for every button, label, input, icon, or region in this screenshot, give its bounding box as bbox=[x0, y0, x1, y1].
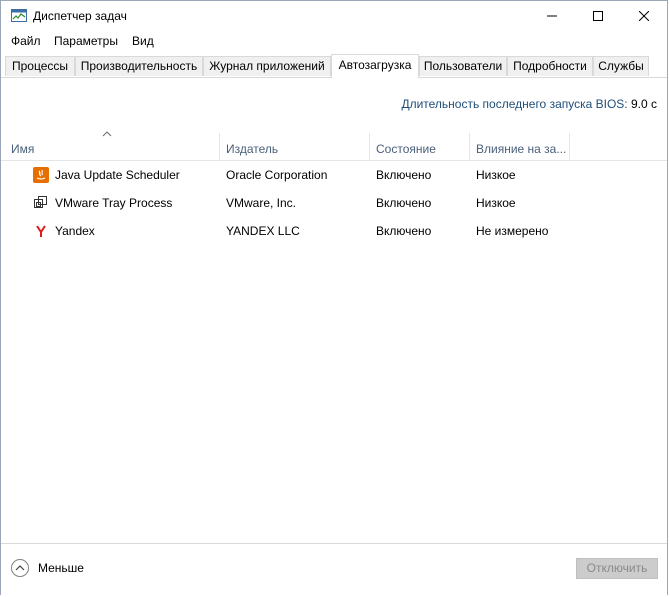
tab-processes[interactable]: Процессы bbox=[5, 56, 75, 76]
tab-services[interactable]: Службы bbox=[593, 56, 649, 76]
bios-time: Длительность последнего запуска BIOS: 9.… bbox=[401, 97, 657, 111]
tab-app-history[interactable]: Журнал приложений bbox=[203, 56, 331, 76]
row-name: Java Update Scheduler bbox=[55, 168, 180, 182]
column-header-name[interactable]: Имя bbox=[5, 133, 220, 160]
vmware-icon bbox=[33, 195, 49, 211]
task-manager-icon bbox=[11, 8, 27, 24]
menu-view[interactable]: Вид bbox=[132, 34, 154, 48]
table-row[interactable]: VMware Tray Process VMware, Inc. Включен… bbox=[1, 189, 667, 217]
tab-startup[interactable]: Автозагрузка bbox=[331, 54, 419, 78]
column-header-publisher[interactable]: Издатель bbox=[220, 133, 370, 160]
row-status: Включено bbox=[376, 196, 432, 210]
table-header: Имя Издатель Состояние Влияние на за... bbox=[1, 133, 667, 161]
minimize-icon bbox=[547, 15, 557, 17]
close-button[interactable] bbox=[621, 1, 667, 31]
tab-users[interactable]: Пользователи bbox=[419, 56, 507, 76]
row-impact: Низкое bbox=[476, 168, 516, 182]
maximize-icon bbox=[593, 11, 603, 21]
task-manager-window: Диспетчер задач Файл Параметры Вид Проце… bbox=[0, 0, 668, 596]
java-icon bbox=[33, 167, 49, 183]
table-row[interactable]: Yandex YANDEX LLC Включено Не измерено bbox=[1, 217, 667, 245]
row-status: Включено bbox=[376, 168, 432, 182]
menu-bar: Файл Параметры Вид bbox=[1, 31, 667, 51]
menu-options[interactable]: Параметры bbox=[54, 34, 118, 48]
chevron-up-icon bbox=[11, 559, 29, 577]
fewer-details-button[interactable]: Меньше bbox=[11, 558, 84, 578]
column-header-status[interactable]: Состояние bbox=[370, 133, 470, 160]
row-name: VMware Tray Process bbox=[55, 196, 173, 210]
footer: Меньше Отключить bbox=[1, 543, 667, 596]
yandex-icon bbox=[33, 223, 49, 239]
row-impact: Не измерено bbox=[476, 224, 549, 238]
tab-performance[interactable]: Производительность bbox=[75, 56, 203, 76]
row-publisher: YANDEX LLC bbox=[226, 224, 300, 238]
row-impact: Низкое bbox=[476, 196, 516, 210]
tab-bar: Процессы Производительность Журнал прило… bbox=[1, 54, 667, 78]
row-status: Включено bbox=[376, 224, 432, 238]
row-name: Yandex bbox=[55, 224, 95, 238]
maximize-button[interactable] bbox=[575, 1, 621, 31]
row-publisher: VMware, Inc. bbox=[226, 196, 297, 210]
disable-button[interactable]: Отключить bbox=[576, 558, 658, 579]
menu-file[interactable]: Файл bbox=[11, 34, 41, 48]
row-publisher: Oracle Corporation bbox=[226, 168, 328, 182]
window-title: Диспетчер задач bbox=[33, 9, 127, 23]
column-header-impact[interactable]: Влияние на за... bbox=[470, 133, 570, 160]
minimize-button[interactable] bbox=[529, 1, 575, 31]
table-row[interactable]: Java Update Scheduler Oracle Corporation… bbox=[1, 161, 667, 189]
fewer-details-label: Меньше bbox=[38, 561, 84, 575]
bios-value: 9.0 с bbox=[630, 97, 657, 111]
title-bar[interactable]: Диспетчер задач bbox=[1, 1, 667, 31]
tab-details[interactable]: Подробности bbox=[507, 56, 593, 76]
bios-label: Длительность последнего запуска BIOS: bbox=[401, 97, 628, 111]
close-icon bbox=[639, 11, 649, 21]
